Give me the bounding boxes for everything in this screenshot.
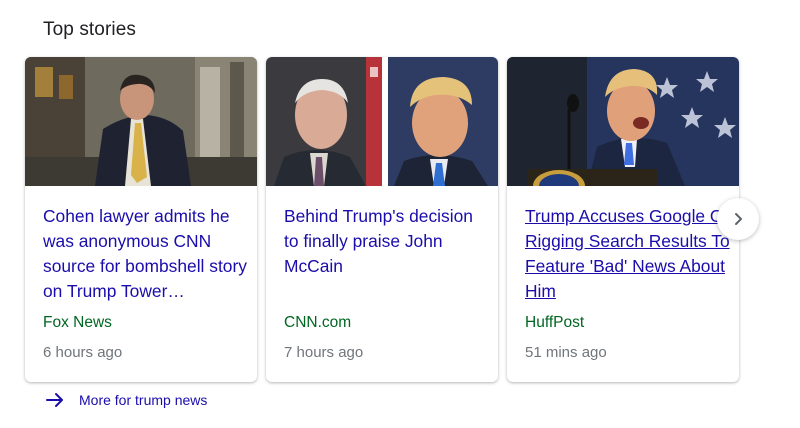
more-news-label: More for trump news	[79, 392, 208, 408]
story-image[interactable]	[507, 57, 739, 186]
story-image[interactable]	[266, 57, 498, 186]
section-title: Top stories	[43, 19, 136, 40]
story-time: 7 hours ago	[284, 344, 364, 361]
story-headline[interactable]: Behind Trump's decision to finally prais…	[284, 204, 489, 279]
story-card[interactable]: Cohen lawyer admits he was anonymous CNN…	[25, 57, 257, 382]
story-card[interactable]: Behind Trump's decision to finally prais…	[266, 57, 498, 382]
story-source: CNN.com	[284, 314, 352, 331]
story-headline[interactable]: Cohen lawyer admits he was anonymous CNN…	[43, 204, 248, 304]
story-time: 6 hours ago	[43, 344, 123, 361]
story-time: 51 mins ago	[525, 344, 607, 361]
story-headline[interactable]: Trump Accuses Google Of Rigging Search R…	[525, 204, 730, 304]
arrow-right-icon	[46, 393, 63, 407]
carousel-next-button[interactable]	[717, 198, 759, 240]
story-card[interactable]: Trump Accuses Google Of Rigging Search R…	[507, 57, 739, 382]
story-source: Fox News	[43, 314, 112, 331]
more-news-link[interactable]: More for trump news	[45, 390, 207, 410]
story-image[interactable]	[25, 57, 257, 186]
story-source: HuffPost	[525, 314, 585, 331]
chevron-right-icon	[735, 213, 742, 225]
